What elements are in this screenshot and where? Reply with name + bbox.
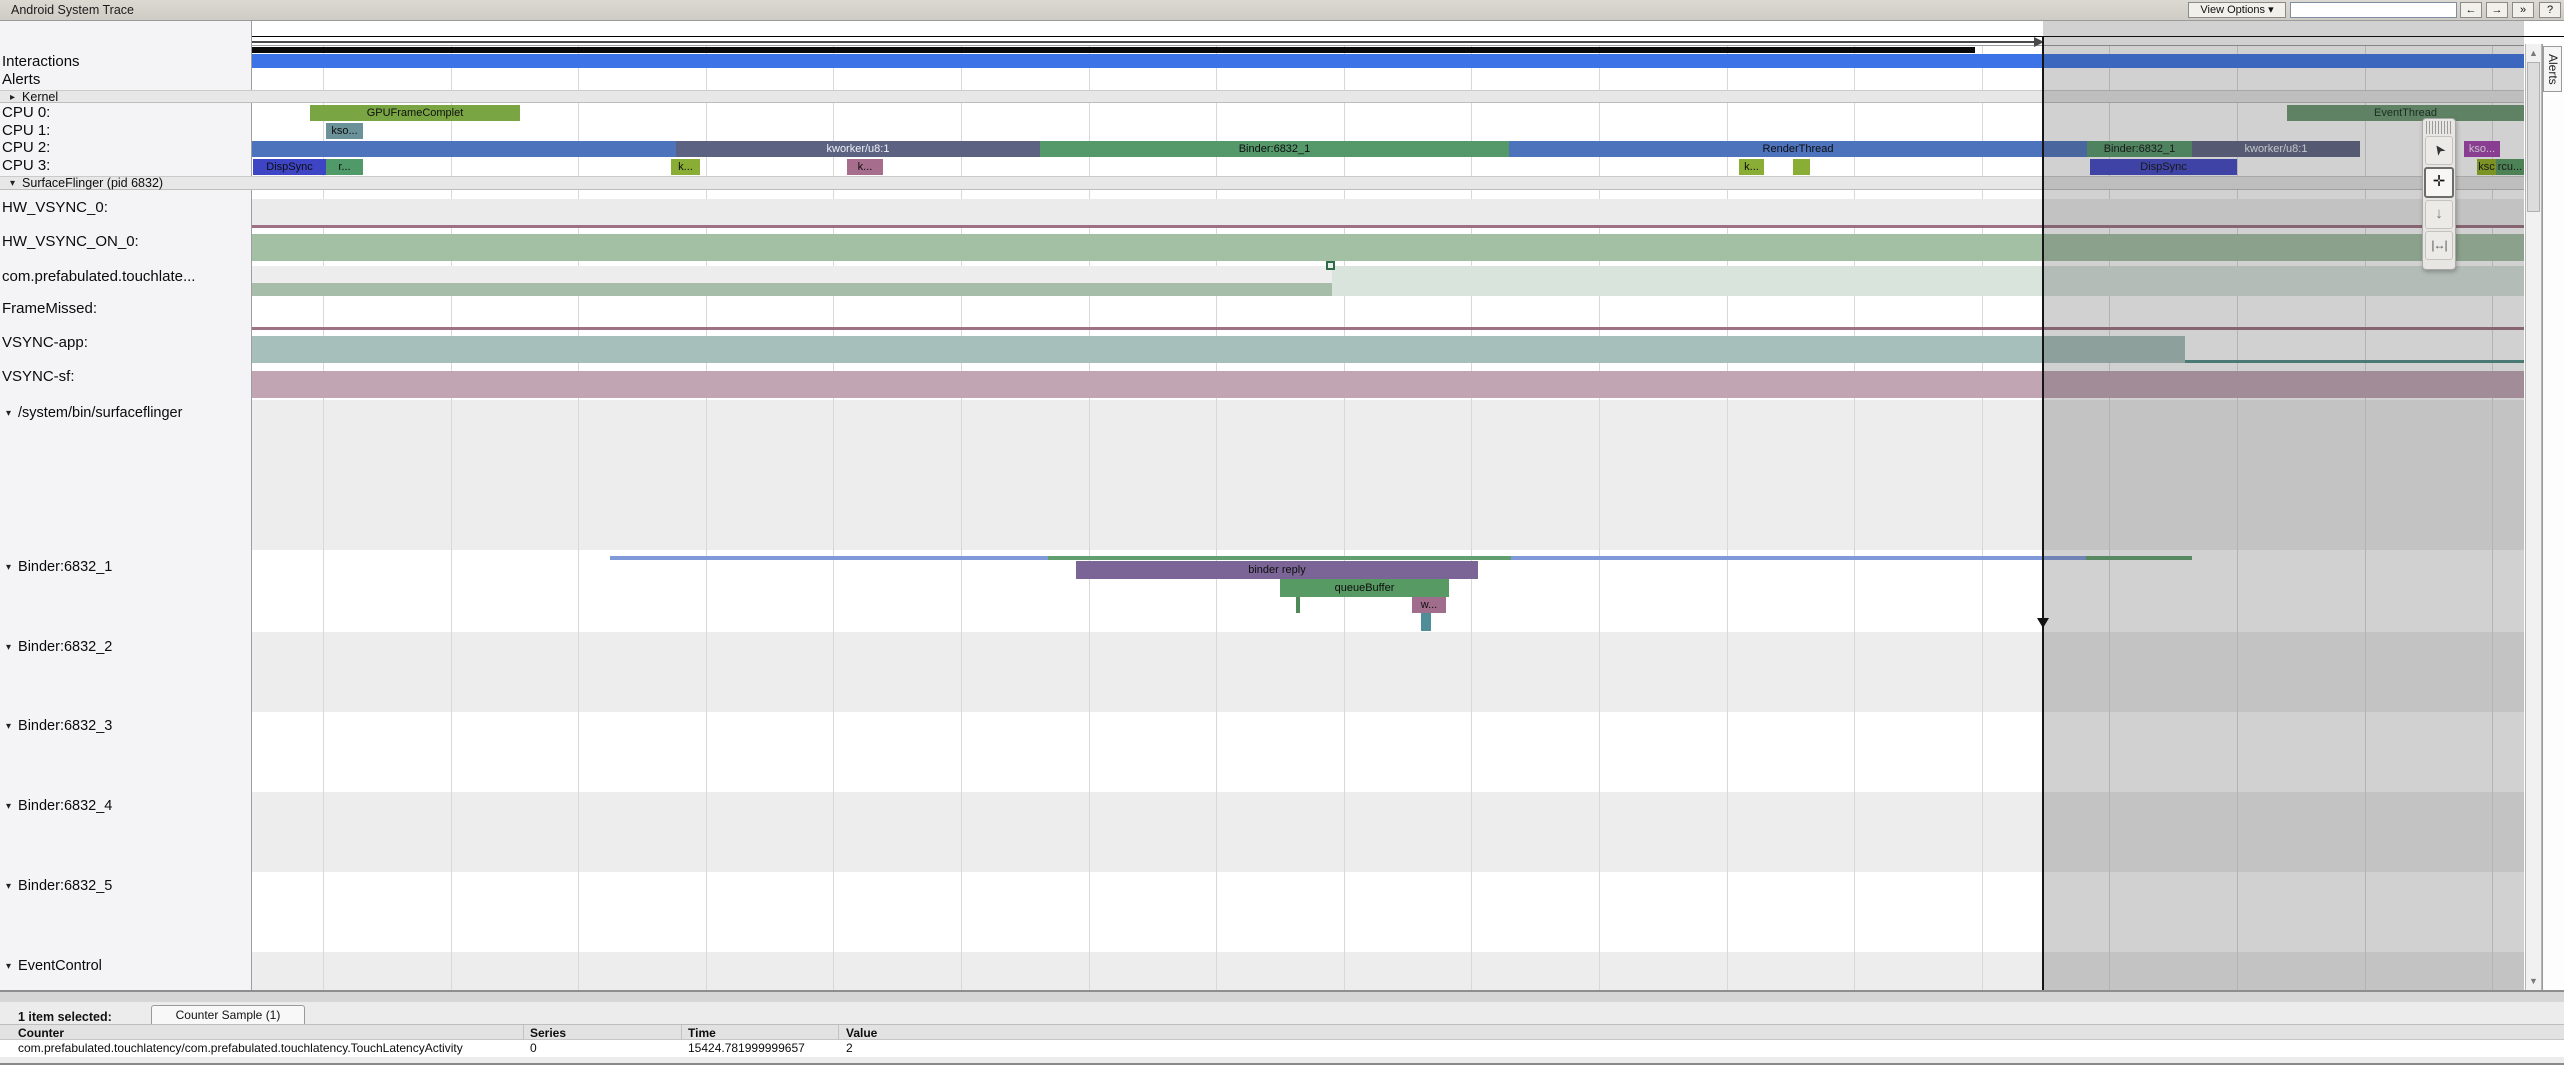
slice-k-green[interactable]: k...: [671, 159, 700, 175]
column-header[interactable]: Counter: [18, 1026, 64, 1040]
track-label[interactable]: Interactions: [2, 53, 80, 70]
search-input[interactable]: [2290, 2, 2457, 18]
table-cell: 15424.781999999657: [688, 1041, 805, 1055]
vsync-app-band[interactable]: [252, 336, 2185, 363]
slice-k-green2[interactable]: k...: [1739, 159, 1764, 175]
slice-gpuframecomplet[interactable]: GPUFrameComplet: [310, 105, 520, 121]
nav-forward-button[interactable]: →: [2486, 2, 2508, 18]
thread-group-label[interactable]: ▾Binder:6832_4: [6, 798, 112, 814]
zoom-tool-button[interactable]: ↓: [2425, 200, 2453, 229]
slice-dispsync-1[interactable]: DispSync: [253, 159, 326, 175]
selection-tool-button[interactable]: ➤: [2425, 136, 2453, 165]
slice-w[interactable]: w...: [1412, 597, 1446, 613]
scrollbar-thumb[interactable]: [2527, 62, 2540, 212]
help-button[interactable]: ?: [2539, 2, 2561, 18]
slice-r[interactable]: r...: [326, 159, 363, 175]
android-system-trace-window: Android System Trace View Options ▾ ← → …: [0, 0, 2564, 1065]
table-header: Counter Series Time Value: [0, 1024, 2564, 1040]
tab-counter-sample[interactable]: Counter Sample (1): [151, 1005, 305, 1025]
thread-group-label[interactable]: ▾Binder:6832_3: [6, 718, 112, 734]
thread-group-label[interactable]: ▾/system/bin/surfaceflinger: [6, 405, 182, 421]
track-label[interactable]: CPU 3:: [2, 157, 50, 174]
timing-tool-button[interactable]: |↔|: [2425, 231, 2453, 260]
table-cell: 0: [530, 1041, 537, 1055]
window-title: Android System Trace: [11, 3, 134, 17]
slice-cpu2-run[interactable]: [252, 141, 676, 157]
scroll-down-icon[interactable]: ▼: [2527, 974, 2540, 988]
touchlatency-band-top[interactable]: [252, 266, 1332, 283]
touchlatency-band-bottom[interactable]: [252, 283, 1332, 296]
drag-grip-icon[interactable]: [2426, 121, 2452, 134]
thread-group-label[interactable]: ▾Binder:6832_1: [6, 559, 112, 575]
slice-renderthread[interactable]: RenderThread: [1509, 141, 2087, 157]
track-label[interactable]: HW_VSYNC_ON_0:: [2, 233, 139, 250]
track-label[interactable]: VSYNC-sf:: [2, 368, 75, 385]
column-header[interactable]: Time: [688, 1026, 716, 1040]
slice-kso-cpu1[interactable]: kso...: [326, 123, 363, 139]
slice-queuebuffer[interactable]: queueBuffer: [1280, 579, 1449, 597]
thread-state-running: [610, 556, 1048, 560]
expander-icon[interactable]: ▾: [6, 562, 11, 573]
expander-icon[interactable]: ▾: [6, 721, 11, 732]
selected-sample-marker[interactable]: [1326, 261, 1335, 270]
detail-panel: 1 item selected: Counter Sample (1) Coun…: [0, 1002, 2564, 1065]
fast-forward-button[interactable]: »: [2512, 2, 2534, 18]
track-label[interactable]: CPU 2:: [2, 139, 50, 156]
thread-state-runnable: [1048, 556, 1511, 560]
track-label[interactable]: CPU 0:: [2, 104, 50, 121]
expander-icon[interactable]: ▸: [10, 92, 15, 104]
selection-line[interactable]: [2042, 36, 2044, 990]
pan-tool-button[interactable]: ✛: [2424, 167, 2454, 198]
expander-icon[interactable]: ▾: [10, 177, 15, 190]
thread-state-running2: [1511, 556, 2086, 560]
alerts-tab[interactable]: Alerts: [2543, 46, 2562, 92]
nav-back-button[interactable]: ←: [2460, 2, 2482, 18]
slice-kworker-1[interactable]: kworker/u8:1: [676, 141, 1040, 157]
track-label[interactable]: HW_VSYNC_0:: [2, 199, 108, 216]
track-label[interactable]: FrameMissed:: [2, 300, 97, 317]
expander-icon[interactable]: ▾: [6, 801, 11, 812]
tool-palette: ➤ ✛ ↓ |↔|: [2422, 118, 2456, 270]
selection-line-handle[interactable]: [2037, 618, 2049, 628]
slice-k-green3[interactable]: [1793, 159, 1810, 175]
horizontal-scroll-strip[interactable]: [0, 992, 2564, 1002]
scroll-up-icon[interactable]: ▲: [2527, 46, 2540, 60]
binder-sub-tick[interactable]: [1296, 597, 1300, 613]
expander-icon[interactable]: ▾: [6, 642, 11, 653]
slice-binder-reply[interactable]: binder reply: [1076, 561, 1478, 579]
title-bar: [0, 0, 2564, 21]
down-arrow-icon: ↓: [2435, 205, 2443, 222]
track-label[interactable]: com.prefabulated.touchlate...: [2, 268, 195, 285]
slice-k-mauve[interactable]: k...: [847, 159, 883, 175]
fit-width-icon: |↔|: [2431, 238, 2446, 252]
thread-group-label[interactable]: ▾Binder:6832_5: [6, 878, 112, 894]
column-separator[interactable]: [838, 1025, 839, 1041]
track-label[interactable]: CPU 1:: [2, 122, 50, 139]
table-cell: 2: [846, 1041, 853, 1055]
column-separator[interactable]: [523, 1025, 524, 1041]
expander-icon[interactable]: ▾: [6, 881, 11, 892]
table-cell: com.prefabulated.touchlatency/com.prefab…: [18, 1041, 463, 1055]
cursor-icon: ➤: [2425, 138, 2453, 163]
pan-icon: ✛: [2433, 173, 2446, 190]
column-separator[interactable]: [681, 1025, 682, 1041]
selection-count-label: 1 item selected:: [18, 1010, 112, 1024]
interactions-content[interactable]: [252, 47, 1975, 53]
expander-icon[interactable]: ▾: [6, 961, 11, 972]
thread-group-label[interactable]: ▾EventControl: [6, 958, 102, 974]
column-header[interactable]: Series: [530, 1026, 566, 1040]
binder-sub-teal[interactable]: [1421, 613, 1431, 631]
table-row[interactable]: com.prefabulated.touchlatency/com.prefab…: [0, 1040, 2564, 1057]
column-header[interactable]: Value: [846, 1026, 877, 1040]
slice-binder-cpu2-1[interactable]: Binder:6832_1: [1040, 141, 1509, 157]
track-label[interactable]: VSYNC-app:: [2, 334, 88, 351]
view-options-button[interactable]: View Options ▾: [2188, 2, 2286, 18]
range-arrow: [252, 41, 2034, 43]
expander-icon[interactable]: ▾: [6, 408, 11, 419]
track-label[interactable]: Alerts: [2, 71, 40, 88]
alerts-panel: [2542, 44, 2564, 990]
thread-group-label[interactable]: ▾Binder:6832_2: [6, 639, 112, 655]
